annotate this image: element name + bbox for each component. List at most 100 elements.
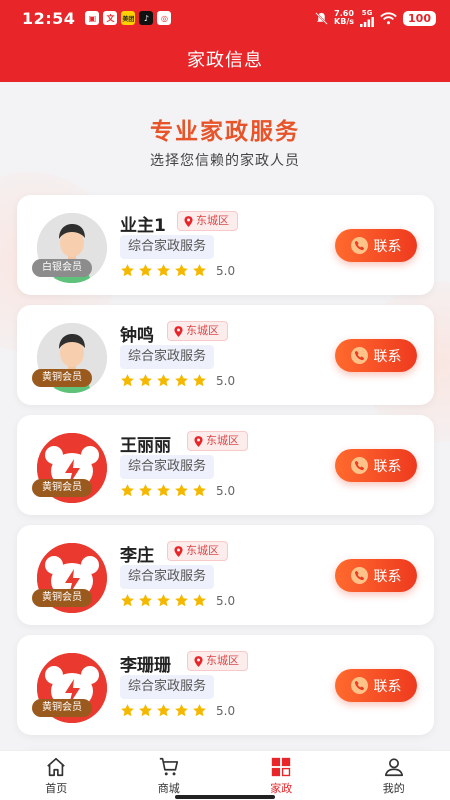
tab-mall[interactable]: 商城 (113, 751, 226, 800)
phone-icon (354, 680, 364, 691)
rating-stars: 5.0 (120, 703, 235, 718)
worker-name: 王丽丽 (120, 436, 171, 456)
star-icon (193, 594, 206, 607)
contact-button-label: 联系 (373, 678, 402, 695)
star-icon (175, 374, 188, 387)
tab-home-label: 首页 (45, 781, 68, 795)
page-title: 家政信息 (187, 50, 263, 71)
worker-card[interactable]: 黄铜会员 李珊珊 东城区 综合家政服务 5.0 联系 (17, 635, 434, 735)
service-tag: 综合家政服务 (120, 345, 215, 369)
phone-icon-wrap (350, 237, 368, 254)
phone-icon (354, 240, 364, 251)
status-time: 12:54 (22, 8, 76, 28)
location-pin-icon (184, 215, 193, 227)
gallery-app-icon: ▣ (85, 11, 100, 25)
location-tag: 东城区 (187, 651, 248, 671)
star-icon (193, 264, 206, 277)
star-icon (139, 594, 152, 607)
worker-name: 业主1 (120, 216, 166, 236)
location-text: 东城区 (186, 544, 219, 557)
signal: 5G (360, 9, 374, 27)
user-icon (384, 757, 403, 776)
star-icon (157, 264, 170, 277)
phone-icon-wrap (350, 677, 368, 694)
worker-card[interactable]: 黄铜会员 李庄 东城区 综合家政服务 5.0 联系 (17, 525, 434, 625)
phone-icon (354, 350, 364, 361)
hero-subtitle: 选择您信赖的家政人员 (150, 153, 300, 169)
location-text: 东城区 (196, 214, 229, 227)
location-tag: 东城区 (187, 431, 248, 451)
location-text: 东城区 (186, 324, 219, 337)
contact-button[interactable]: 联系 (335, 339, 417, 372)
rating-stars: 5.0 (120, 373, 235, 388)
mute-icon (315, 11, 328, 25)
star-icon (175, 264, 188, 277)
location-text: 东城区 (206, 434, 239, 447)
location-pin-icon (174, 325, 183, 337)
star-icon (139, 704, 152, 717)
tiktok-app-icon: ♪ (139, 11, 154, 25)
rating-value: 5.0 (216, 263, 236, 278)
rating-stars: 5.0 (120, 593, 235, 608)
network-type: 5G (361, 9, 373, 17)
star-icon (121, 594, 134, 607)
tab-mine-label: 我的 (382, 781, 405, 795)
grid-icon (272, 757, 291, 776)
status-bar: 12:54 ▣ 文 美团 ♪ ◎ 7.60 KB/s 5G 100 (0, 0, 450, 36)
contact-button[interactable]: 联系 (335, 559, 417, 592)
tab-mine[interactable]: 我的 (338, 751, 450, 800)
contact-button[interactable]: 联系 (335, 229, 417, 262)
star-icon (157, 374, 170, 387)
star-icon (121, 264, 134, 277)
contact-button-label: 联系 (373, 568, 402, 585)
main-content[interactable]: 专业家政服务 选择您信赖的家政人员 白银会员 业主1 东城区 综合家政服务 5.0 联系黄… (0, 82, 450, 750)
star-icon (193, 374, 206, 387)
phone-icon-wrap (350, 457, 368, 474)
top-bar: 12:54 ▣ 文 美团 ♪ ◎ 7.60 KB/s 5G 100 家政信息 (0, 0, 450, 82)
tab-housekeeping[interactable]: 家政 (225, 751, 338, 800)
star-icon (121, 484, 134, 497)
phone-icon (354, 570, 364, 581)
worker-name: 李珊珊 (120, 656, 171, 676)
net-speed-unit: KB/s (334, 17, 355, 26)
rating-value: 5.0 (216, 703, 236, 718)
cart-icon (159, 757, 178, 775)
rating-value: 5.0 (216, 593, 236, 608)
meituan-app-icon: 美团 (121, 11, 136, 25)
star-icon (193, 484, 206, 497)
star-icon (157, 704, 170, 717)
net-speed: 7.60 KB/s (334, 10, 354, 26)
worker-card[interactable]: 白银会员 业主1 东城区 综合家政服务 5.0 联系 (17, 195, 434, 295)
star-icon (121, 374, 134, 387)
worker-name: 钟鸣 (120, 326, 154, 346)
tab-home[interactable]: 首页 (0, 751, 113, 800)
status-right: 7.60 KB/s 5G 100 (315, 9, 436, 27)
location-pin-icon (174, 545, 183, 557)
signal-icon (360, 17, 374, 27)
rating-stars: 5.0 (120, 483, 235, 498)
contact-button-label: 联系 (373, 458, 402, 475)
service-tag: 综合家政服务 (120, 455, 215, 479)
home-indicator (175, 795, 275, 799)
contact-button[interactable]: 联系 (335, 449, 417, 482)
tab-mall-label: 商城 (157, 781, 180, 795)
star-icon (157, 594, 170, 607)
worker-card[interactable]: 黄铜会员 王丽丽 东城区综合家政服务 5.0 联系 (17, 415, 434, 515)
contact-button[interactable]: 联系 (335, 669, 417, 702)
phone-icon-wrap (350, 347, 368, 364)
contact-button-label: 联系 (373, 348, 402, 365)
contact-button-label: 联系 (373, 238, 402, 255)
location-pin-icon (194, 435, 203, 447)
star-icon (193, 704, 206, 717)
battery-indicator: 100 (403, 10, 436, 26)
bottom-tab-bar: 首页 商城 家政 我的 (0, 750, 450, 800)
tab-housekeeping-label: 家政 (270, 781, 293, 795)
worker-card[interactable]: 黄铜会员 钟鸣 东城区 综合家政服务 5.0 联系 (17, 305, 434, 405)
location-pin-icon (194, 655, 203, 667)
rating-value: 5.0 (216, 483, 236, 498)
member-badge: 黄铜会员 (32, 479, 92, 497)
member-badge: 黄铜会员 (32, 699, 92, 717)
wifi-icon (380, 11, 397, 24)
member-badge: 白银会员 (32, 259, 92, 277)
worker-name: 李庄 (120, 546, 154, 566)
